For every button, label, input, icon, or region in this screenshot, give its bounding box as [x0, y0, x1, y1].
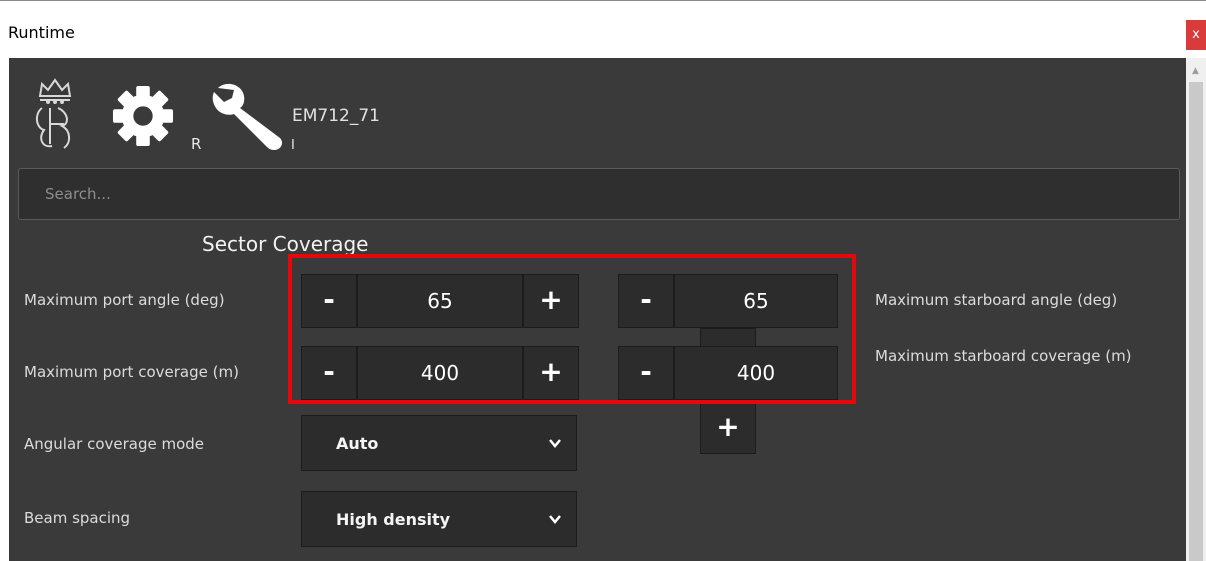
starboard-coverage-label: Maximum starboard coverage (m)	[875, 347, 1132, 365]
device-name: EM712_71	[292, 106, 380, 126]
chevron-down-icon	[549, 515, 561, 524]
port-coverage-value[interactable]: 400	[357, 346, 523, 400]
close-button[interactable]: x	[1186, 20, 1206, 50]
port-angle-minus-button[interactable]: -	[301, 274, 357, 328]
gear-icon[interactable]	[112, 85, 174, 147]
wrench-subscript: I	[291, 138, 295, 153]
starboard-coverage-value[interactable]: 400	[674, 346, 838, 400]
starboard-coverage-minus-button[interactable]: -	[618, 346, 674, 400]
gear-subscript: R	[191, 135, 202, 153]
starboard-coverage-plus-button[interactable]: +	[700, 402, 756, 454]
beam-spacing-select[interactable]: High density	[301, 491, 577, 547]
title-bar: Runtime	[0, 0, 1206, 58]
port-angle-label: Maximum port angle (deg)	[24, 291, 225, 309]
port-angle-plus-button[interactable]: +	[523, 274, 579, 328]
starboard-angle-value[interactable]: 65	[674, 274, 838, 328]
starboard-angle-label: Maximum starboard angle (deg)	[875, 291, 1118, 309]
port-coverage-plus-button[interactable]: +	[523, 346, 579, 400]
chevron-down-icon	[549, 439, 561, 448]
port-coverage-minus-button[interactable]: -	[301, 346, 357, 400]
window-title: Runtime	[8, 23, 75, 42]
beam-spacing-label: Beam spacing	[24, 509, 131, 527]
beam-spacing-value: High density	[336, 510, 451, 529]
scroll-up-icon[interactable]: ▲	[1192, 66, 1199, 76]
angular-mode-select[interactable]: Auto	[301, 415, 577, 471]
port-coverage-label: Maximum port coverage (m)	[24, 363, 239, 381]
wrench-icon[interactable]	[208, 80, 288, 152]
starboard-angle-plus-stub[interactable]	[700, 328, 756, 346]
crown-logo-icon	[36, 78, 72, 149]
section-title: Sector Coverage	[202, 232, 369, 256]
angular-mode-value: Auto	[336, 434, 379, 453]
port-angle-value[interactable]: 65	[357, 274, 523, 328]
angular-mode-label: Angular coverage mode	[24, 435, 205, 453]
starboard-angle-minus-button[interactable]: -	[618, 274, 674, 328]
scroll-thumb[interactable]	[1189, 82, 1203, 561]
search-input[interactable]	[18, 168, 1180, 220]
